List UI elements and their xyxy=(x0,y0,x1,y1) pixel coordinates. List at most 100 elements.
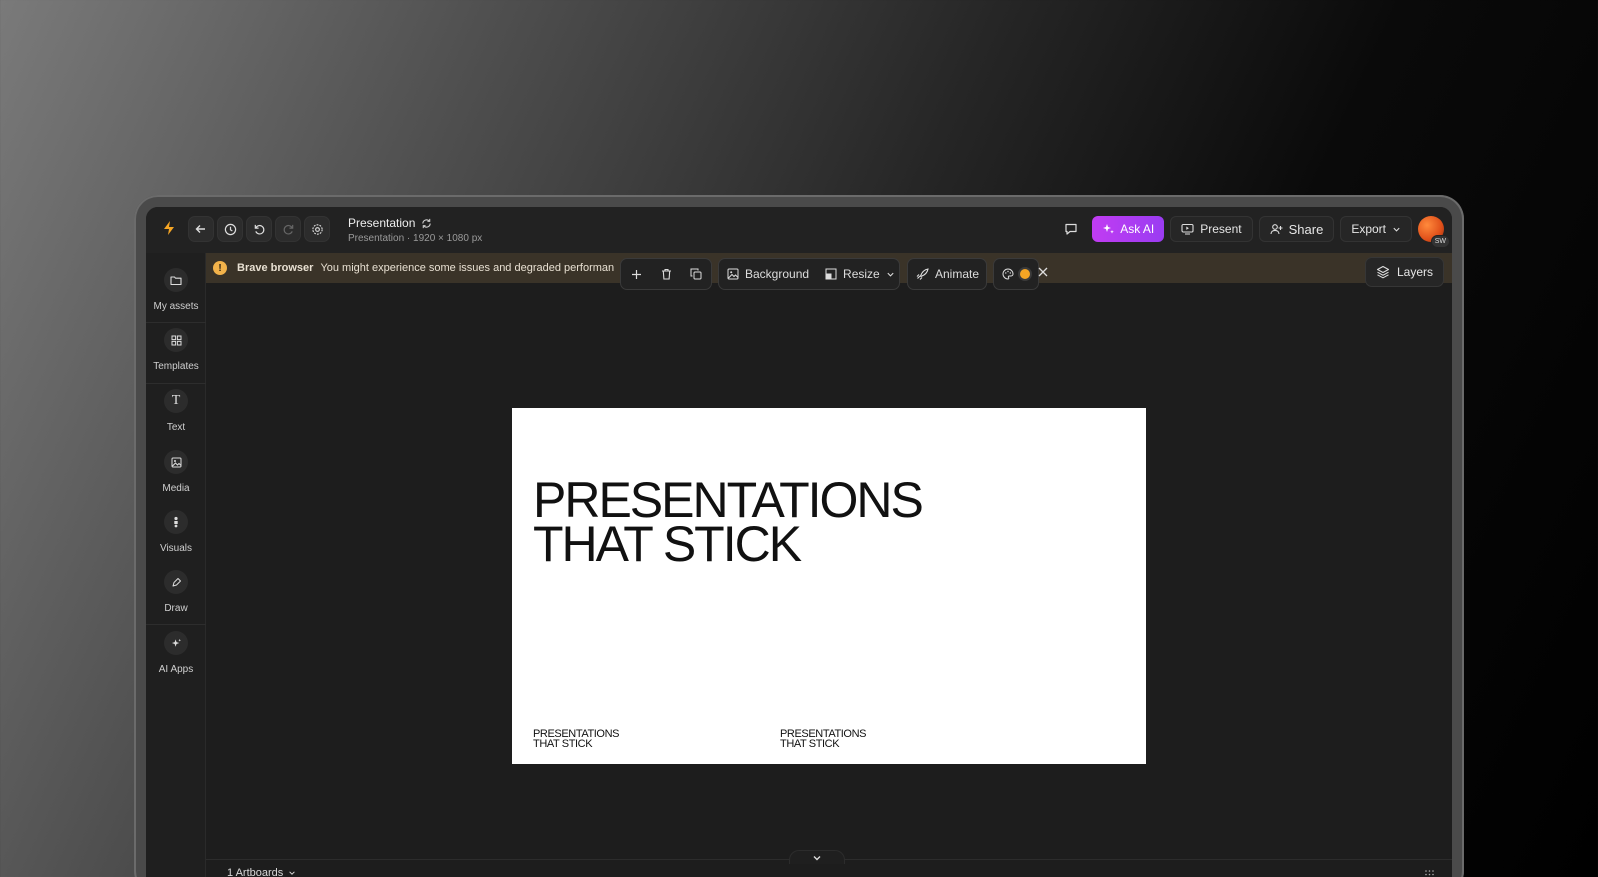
plus-icon xyxy=(631,269,641,279)
sparkle-icon xyxy=(164,631,188,655)
artboards-dropdown[interactable]: 1 Artboards xyxy=(227,867,296,877)
top-bar: Presentation Presentation · 1920 × 1080 … xyxy=(146,207,1452,253)
rocket-icon xyxy=(916,268,929,280)
header-actions: Ask AI Present Share Export SW xyxy=(1056,215,1450,248)
shapes-icon xyxy=(164,510,188,534)
app-logo-icon[interactable] xyxy=(158,217,180,239)
chevron-down-icon xyxy=(289,871,296,875)
grid-icon xyxy=(164,328,188,352)
image-icon xyxy=(727,268,739,280)
avatar-initials: SW xyxy=(1430,235,1450,248)
export-label: Export xyxy=(1351,222,1386,236)
document-subtitle: Presentation · 1920 × 1080 px xyxy=(348,233,483,244)
document-title[interactable]: Presentation xyxy=(348,216,432,230)
share-label: Share xyxy=(1288,221,1324,237)
sidebar-item-label: Visuals xyxy=(159,543,193,554)
document-title-text: Presentation xyxy=(348,216,416,230)
sparkle-icon xyxy=(1103,224,1115,234)
footer-text-right[interactable]: PRESENTATIONS THAT STICK xyxy=(780,729,866,750)
undo-icon xyxy=(254,224,264,235)
text-icon: T xyxy=(164,389,188,413)
banner-message: You might experience some issues and deg… xyxy=(320,262,615,274)
sidebar-item-text[interactable]: T Text xyxy=(146,389,206,433)
bottom-bar: 1 Artboards xyxy=(206,850,1452,877)
background-button[interactable]: Background xyxy=(719,259,817,289)
animate-toolbar: Animate xyxy=(907,258,987,290)
export-button[interactable]: Export xyxy=(1340,216,1412,242)
headline-text[interactable]: PRESENTATIONS THAT STICK xyxy=(533,475,924,569)
sidebar-item-label: Media xyxy=(162,483,190,494)
close-icon xyxy=(1038,267,1048,277)
animate-label: Animate xyxy=(935,267,980,281)
chevron-down-icon xyxy=(887,272,894,277)
theme-button[interactable] xyxy=(994,259,1038,289)
footer-right-line-2: THAT STICK xyxy=(780,738,840,750)
sidebar-item-ai-apps[interactable]: AI Apps xyxy=(146,631,206,675)
sidebar-item-label: AI Apps xyxy=(158,664,194,675)
sidebar-item-media[interactable]: Media xyxy=(146,450,206,494)
comments-button[interactable] xyxy=(1056,216,1086,242)
layers-icon xyxy=(1376,265,1390,279)
sidebar-item-visuals[interactable]: Visuals xyxy=(146,510,206,554)
settings-button[interactable] xyxy=(304,216,330,242)
undo-button[interactable] xyxy=(246,216,272,242)
avatar[interactable]: SW xyxy=(1418,216,1450,248)
ask-ai-label: Ask AI xyxy=(1120,222,1155,236)
sidebar-item-label: My assets xyxy=(153,301,199,312)
sidebar-item-label: Templates xyxy=(153,361,199,372)
footer-text-left[interactable]: PRESENTATIONS THAT STICK xyxy=(533,729,619,750)
collapse-panel-button[interactable] xyxy=(789,850,845,864)
present-icon xyxy=(1181,223,1194,235)
sidebar-item-label: Text xyxy=(166,422,186,433)
resize-label: Resize xyxy=(843,267,880,281)
trash-icon xyxy=(661,268,671,280)
comment-icon xyxy=(1065,223,1077,235)
grid-view-icon[interactable] xyxy=(1425,868,1434,877)
share-button[interactable]: Share xyxy=(1258,216,1335,242)
delete-button[interactable] xyxy=(651,259,681,289)
add-user-icon xyxy=(1270,224,1283,235)
add-button[interactable] xyxy=(621,259,651,289)
resize-icon xyxy=(825,268,837,280)
sidebar-item-draw[interactable]: Draw xyxy=(146,570,206,614)
footer-left-line-2: THAT STICK xyxy=(533,738,593,750)
warning-icon: ! xyxy=(213,261,227,275)
pen-icon xyxy=(164,570,188,594)
artboard[interactable]: PRESENTATIONS THAT STICK PRESENTATIONS T… xyxy=(512,408,1146,764)
chevron-down-icon xyxy=(813,855,821,860)
artboards-label: 1 Artboards xyxy=(227,867,284,877)
element-actions-toolbar xyxy=(620,258,712,290)
background-label: Background xyxy=(745,267,810,281)
present-button[interactable]: Present xyxy=(1170,216,1253,242)
banner-title: Brave browser xyxy=(237,262,314,274)
sidebar-item-templates[interactable]: Templates xyxy=(146,328,206,372)
clock-icon xyxy=(224,223,236,235)
copy-icon xyxy=(690,268,702,280)
gear-icon xyxy=(311,223,323,235)
sidebar-divider xyxy=(146,322,206,323)
animate-button[interactable]: Animate xyxy=(908,259,987,289)
close-banner-button[interactable] xyxy=(1033,262,1053,282)
present-label: Present xyxy=(1200,222,1242,236)
app-window: Presentation Presentation · 1920 × 1080 … xyxy=(146,207,1452,877)
sidebar-divider xyxy=(146,624,206,625)
ask-ai-button[interactable]: Ask AI xyxy=(1092,216,1165,242)
palette-icon xyxy=(1002,268,1014,280)
left-sidebar: My assets Templates T Text Media Visuals… xyxy=(146,253,206,877)
chevron-down-icon xyxy=(1393,227,1400,232)
redo-button[interactable] xyxy=(275,216,301,242)
duplicate-button[interactable] xyxy=(681,259,711,289)
artboard-toolbar: Background Resize xyxy=(718,258,900,290)
arrow-left-icon xyxy=(195,225,205,233)
sidebar-item-my-assets[interactable]: My assets xyxy=(146,268,206,312)
resize-button[interactable]: Resize xyxy=(817,259,903,289)
back-button[interactable] xyxy=(188,216,214,242)
redo-icon xyxy=(283,224,293,235)
sync-icon xyxy=(422,218,432,228)
sidebar-item-label: Draw xyxy=(164,603,188,614)
sidebar-divider xyxy=(146,383,206,384)
history-button[interactable] xyxy=(217,216,243,242)
image-icon xyxy=(164,450,188,474)
layers-button[interactable]: Layers xyxy=(1364,257,1444,287)
layers-label: Layers xyxy=(1396,265,1433,279)
